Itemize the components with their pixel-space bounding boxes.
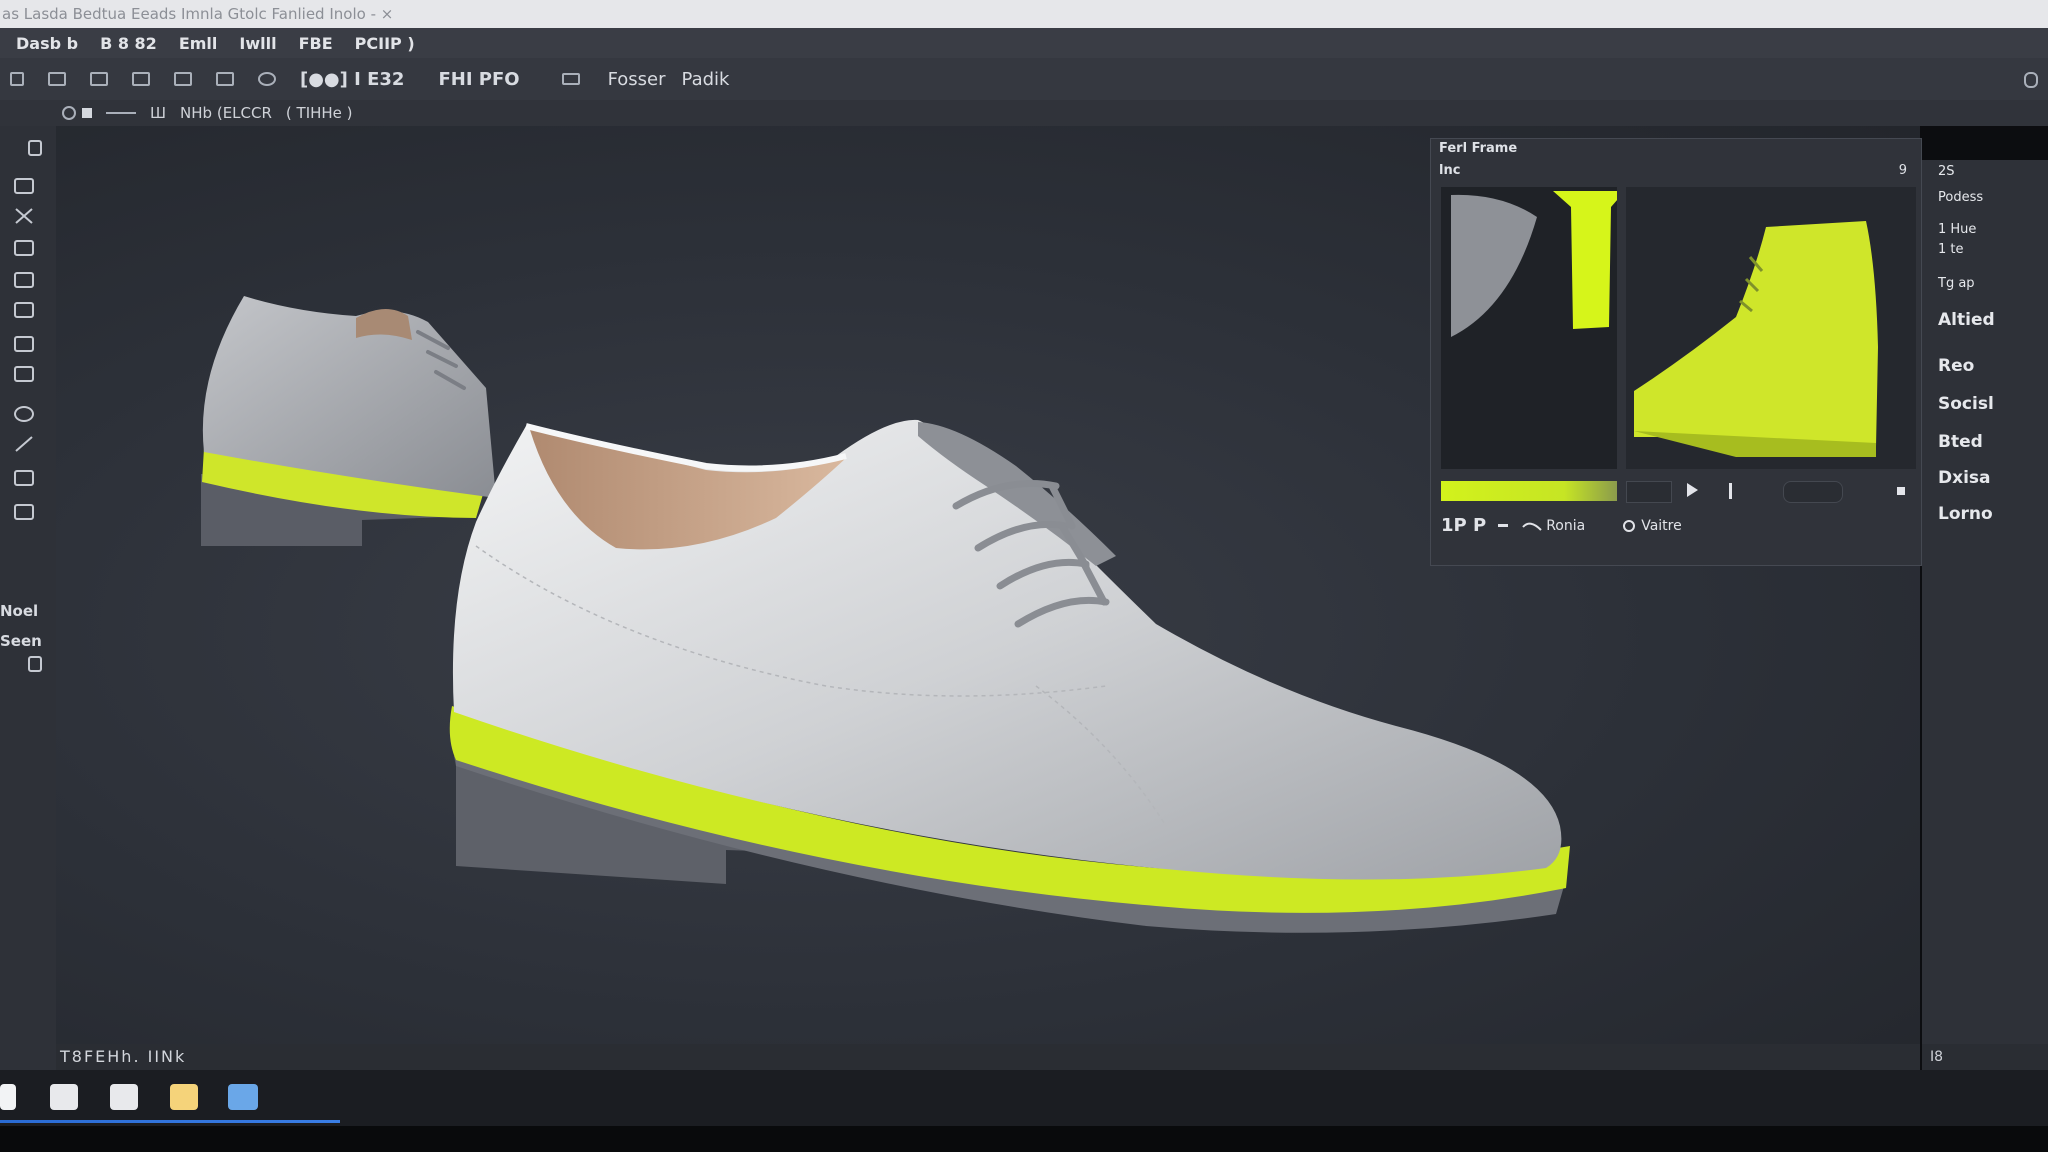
undo-icon[interactable]: [10, 72, 24, 86]
options-bar: Ш NHb (ELCCR ( TIHHe ): [0, 100, 2048, 126]
material-row-label-1: 1P P: [1441, 515, 1487, 536]
right-item-6[interactable]: Altied: [1938, 310, 1995, 330]
window-title-bar: as Lasda Bedtua Eeads Imnla Gtolc Fanlie…: [0, 0, 2048, 28]
menu-item-2[interactable]: B 8 82: [100, 34, 157, 53]
option-nhb[interactable]: NHb (ELCCR: [180, 104, 272, 122]
right-item-8[interactable]: Socisl: [1938, 394, 1994, 414]
toolbar-item-view[interactable]: [●●] I E32: [300, 69, 404, 90]
right-item-10[interactable]: Dxisa: [1938, 468, 1991, 488]
status-right: I8: [1922, 1044, 2048, 1070]
radio-icon[interactable]: [62, 106, 76, 120]
toolbar-item-fosser[interactable]: Fosser: [608, 69, 666, 90]
pen-tool-icon[interactable]: [14, 436, 34, 452]
material-panel-count: 9: [1898, 163, 1907, 178]
material-preview[interactable]: [1626, 187, 1916, 469]
bucket-tool-icon[interactable]: [14, 366, 34, 382]
mail-icon[interactable]: [50, 1084, 78, 1110]
line-style-icon[interactable]: [106, 112, 136, 114]
right-properties-bar: 2S Podess 1 Hue 1 te Tg ap Altied Reo So…: [1922, 160, 2048, 1044]
option-grid[interactable]: Ш: [150, 104, 166, 122]
menu-item-4[interactable]: Iwlll: [239, 34, 276, 53]
toolbar-item-padik[interactable]: Padik: [682, 69, 730, 90]
color-chip-icon[interactable]: [82, 108, 92, 118]
doc-icon[interactable]: [28, 140, 42, 156]
right-item-7[interactable]: Reo: [1938, 356, 1974, 376]
option-thhe[interactable]: ( TIHHe ): [286, 104, 353, 122]
frame-icon[interactable]: [132, 72, 150, 86]
right-item-2[interactable]: Podess: [1938, 190, 1983, 205]
redo-icon[interactable]: [48, 72, 66, 86]
timeline-scrubber[interactable]: [1783, 481, 1843, 503]
stamp-tool-icon[interactable]: [14, 240, 34, 256]
taskbar-active-indicator: [0, 1120, 340, 1123]
paint-tool-icon[interactable]: [14, 272, 34, 288]
menu-item-1[interactable]: Dasb b: [16, 34, 78, 53]
app-active-icon[interactable]: [228, 1084, 258, 1110]
vertex-icon: [1623, 519, 1636, 532]
right-item-5[interactable]: Tg ap: [1938, 276, 1975, 291]
material-panel-tab[interactable]: lnc: [1439, 163, 1460, 178]
curve-icon: [1522, 516, 1542, 535]
menu-lines-icon[interactable]: [561, 73, 580, 85]
right-item-9[interactable]: Bted: [1938, 432, 1983, 452]
left-label-noel: Noel: [0, 602, 39, 620]
menu-item-3[interactable]: Emll: [179, 34, 218, 53]
shield-icon[interactable]: [2024, 72, 2038, 88]
note-icon[interactable]: [28, 656, 42, 672]
window-title: as Lasda Bedtua Eeads Imnla Gtolc Fanlie…: [2, 5, 394, 23]
shape-tool-icon[interactable]: [14, 504, 34, 520]
material-panel: Ferl Frame lnc 9 1P P Ronia Vaitre: [1430, 138, 1922, 566]
settings-icon[interactable]: [258, 72, 276, 86]
menu-item-6[interactable]: PCIIP ): [355, 34, 415, 53]
frame-field[interactable]: [1626, 481, 1672, 503]
taskbar: [0, 1070, 2048, 1126]
play-icon[interactable]: [1687, 483, 1698, 497]
left-toolbar: Noel Seen: [0, 126, 56, 1070]
material-swatch[interactable]: [1441, 187, 1625, 469]
material-swatch-preview: [1451, 191, 1625, 337]
stop-icon[interactable]: [1897, 487, 1905, 495]
right-item-4[interactable]: 1 te: [1938, 242, 1964, 257]
status-bar: T8FEHh. IINk: [56, 1044, 1920, 1070]
layers-icon[interactable]: [174, 72, 192, 86]
key-icon[interactable]: [1729, 483, 1742, 499]
folder-icon[interactable]: [170, 1084, 198, 1110]
toolbar-item-render[interactable]: FHI PFO: [438, 69, 519, 90]
right-item-3[interactable]: 1 Hue: [1938, 222, 1976, 237]
right-item-11[interactable]: Lorno: [1938, 504, 1993, 524]
status-text: T8FEHh. IINk: [60, 1047, 187, 1066]
dash-icon: [1498, 524, 1509, 527]
material-panel-row: 1P P Ronia Vaitre: [1441, 515, 1682, 536]
start-icon[interactable]: [0, 1084, 16, 1110]
main-toolbar: [●●] I E32 FHI PFO Fosser Padik: [0, 58, 2048, 100]
right-item-1[interactable]: 2S: [1938, 164, 1955, 179]
text-tool-icon[interactable]: [14, 470, 34, 486]
flag-tool-icon[interactable]: [14, 302, 34, 318]
material-row-label-3[interactable]: Vaitre: [1641, 518, 1682, 534]
move-tool-icon[interactable]: [14, 178, 34, 194]
boot-preview-render: [1634, 221, 1878, 457]
back-shoe: [201, 296, 496, 546]
panel-icon[interactable]: [216, 72, 234, 86]
menu-bar: Dasb b B 8 82 Emll Iwlll FBE PCIIP ): [0, 28, 2048, 58]
select-tool-icon[interactable]: [14, 336, 34, 352]
cut-tool-icon[interactable]: [14, 208, 34, 224]
status-right-text: I8: [1930, 1049, 1944, 1065]
left-label-seen: Seen: [0, 632, 42, 650]
screen-bezel: [0, 1126, 2048, 1152]
gradient-tool-icon[interactable]: [14, 406, 34, 422]
material-row-label-2[interactable]: Ronia: [1546, 518, 1585, 534]
transform-icon[interactable]: [90, 72, 108, 86]
menu-item-5[interactable]: FBE: [299, 34, 333, 53]
material-panel-title: Ferl Frame: [1439, 141, 1518, 156]
color-slider[interactable]: [1441, 481, 1617, 501]
pen-icon[interactable]: [110, 1084, 138, 1110]
